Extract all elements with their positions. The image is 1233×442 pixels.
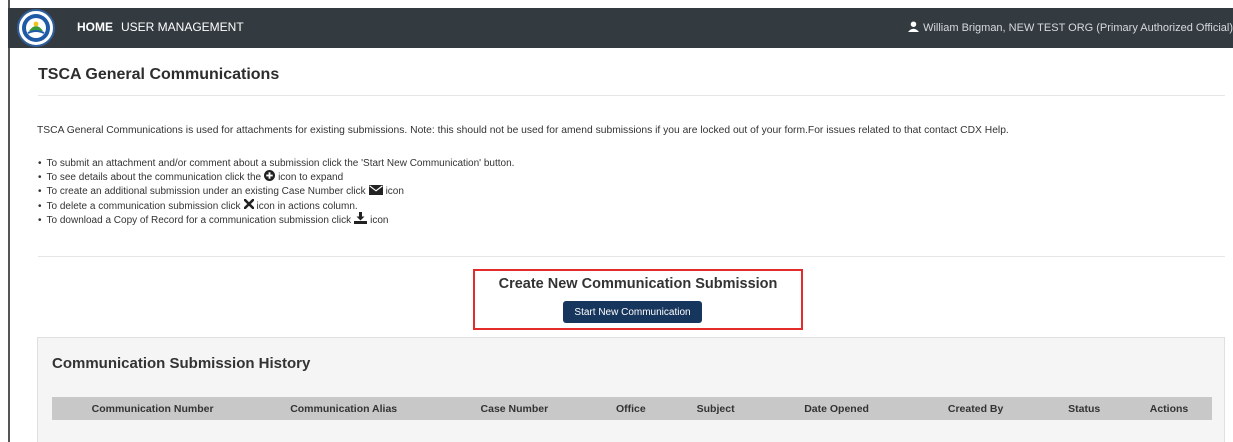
user-info[interactable]: William Brigman, NEW TEST ORG (Primary A… bbox=[908, 21, 1233, 35]
instruction-text: To see details about the communication c… bbox=[46, 172, 262, 184]
instructions-list: To submit an attachment and/or comment a… bbox=[38, 157, 515, 229]
instruction-text: icon in actions column. bbox=[256, 200, 358, 212]
divider bbox=[38, 256, 1225, 257]
x-icon bbox=[243, 198, 254, 214]
instruction-text: icon bbox=[370, 214, 389, 226]
instruction-item: To submit an attachment and/or comment a… bbox=[38, 157, 515, 171]
instruction-text: To delete a communication submission cli… bbox=[46, 200, 241, 212]
top-navbar: HOME USER MANAGEMENT William Brigman, NE… bbox=[8, 8, 1233, 48]
nav-home-link[interactable]: HOME bbox=[77, 20, 113, 34]
table-header-row: Communication Number Communication Alias… bbox=[52, 397, 1212, 420]
instruction-text: To submit an attachment and/or comment a… bbox=[46, 158, 515, 169]
history-title: Communication Submission History bbox=[52, 355, 311, 372]
col-case-number[interactable]: Case Number bbox=[434, 397, 595, 420]
instruction-text: icon bbox=[385, 186, 404, 198]
instruction-item: To create an additional submission under… bbox=[38, 184, 514, 200]
submission-history-panel: Communication Submission History Communi… bbox=[37, 337, 1225, 442]
col-created-by[interactable]: Created By bbox=[908, 397, 1043, 420]
col-actions[interactable]: Actions bbox=[1125, 397, 1212, 420]
instruction-item: To delete a communication submission cli… bbox=[38, 198, 514, 214]
col-date-opened[interactable]: Date Opened bbox=[764, 397, 909, 420]
divider bbox=[38, 95, 1225, 96]
instruction-item: To see details about the communication c… bbox=[38, 170, 514, 186]
epa-logo[interactable] bbox=[17, 9, 55, 47]
intro-text: TSCA General Communications is used for … bbox=[37, 125, 1009, 136]
instruction-item: To download a Copy of Record for a commu… bbox=[38, 212, 514, 229]
start-new-communication-button[interactable]: Start New Communication bbox=[563, 301, 702, 323]
col-office[interactable]: Office bbox=[594, 397, 667, 420]
plus-circle-icon bbox=[264, 170, 276, 186]
instruction-text: To download a Copy of Record for a commu… bbox=[46, 214, 352, 226]
create-communication-section: Create New Communication Submission Star… bbox=[473, 269, 803, 330]
history-table: Communication Number Communication Alias… bbox=[52, 397, 1212, 420]
col-subject[interactable]: Subject bbox=[667, 397, 765, 420]
create-section-title: Create New Communication Submission bbox=[498, 276, 778, 292]
col-communication-number[interactable]: Communication Number bbox=[52, 397, 254, 420]
col-status[interactable]: Status bbox=[1042, 397, 1126, 420]
user-icon bbox=[908, 21, 920, 35]
envelope-icon bbox=[368, 184, 383, 200]
instruction-text: To create an additional submission under… bbox=[46, 186, 366, 198]
download-icon bbox=[354, 212, 368, 229]
page-title: TSCA General Communications bbox=[38, 66, 280, 83]
col-communication-alias[interactable]: Communication Alias bbox=[253, 397, 435, 420]
instruction-text: icon to expand bbox=[278, 172, 344, 184]
user-info-text: William Brigman, NEW TEST ORG (Primary A… bbox=[923, 22, 1233, 34]
nav-user-management-link[interactable]: USER MANAGEMENT bbox=[121, 20, 244, 34]
